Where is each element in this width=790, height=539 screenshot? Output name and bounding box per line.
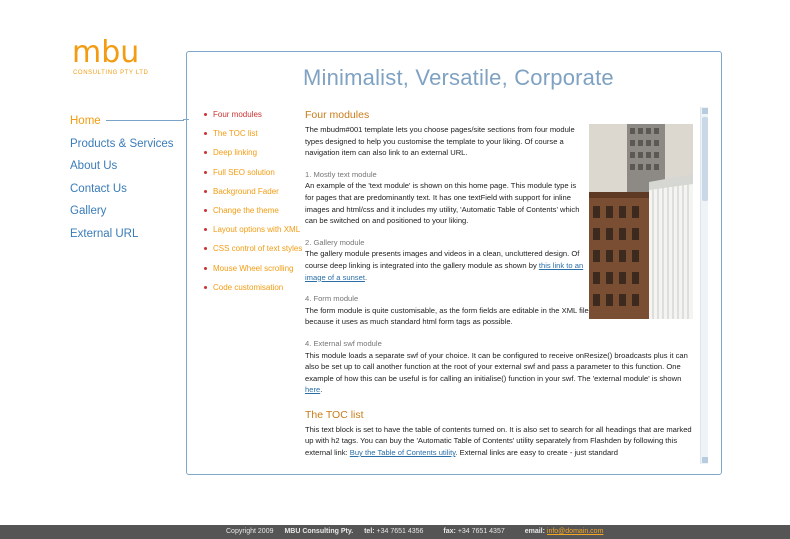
toc-item-deep-linking[interactable]: Deep linking	[203, 148, 299, 167]
panel-connector	[183, 119, 189, 120]
bullet-icon	[204, 285, 207, 289]
toc-item-css-control[interactable]: CSS control of text styles	[203, 244, 303, 263]
toc-item-label: Mouse Wheel scrolling	[213, 263, 294, 273]
bullet-icon	[204, 151, 207, 155]
bullet-icon	[204, 228, 207, 232]
bullet-icon	[204, 189, 207, 193]
table-of-contents: Four modules The TOC list Deep linking F…	[203, 110, 303, 302]
nav-active-line	[106, 120, 184, 121]
logo[interactable]: mbu CONSULTING PTY LTD	[72, 38, 162, 84]
bullet-icon	[204, 113, 207, 116]
toc-item-label: Deep linking	[213, 148, 258, 158]
nav-item-about-us[interactable]: About Us	[70, 159, 190, 182]
footer-tel: +34 7651 4356	[376, 528, 424, 535]
toc-item-toc-list[interactable]: The TOC list	[203, 129, 299, 148]
toc-item-label: Four modules	[213, 110, 262, 119]
module-5-title: 4. External swf module	[305, 338, 382, 348]
toc-item-label: Change the theme	[213, 205, 279, 215]
footer-fax-label: fax:	[443, 528, 456, 535]
heading-four-modules: Four modules	[305, 109, 370, 121]
module-5-text: This module loads a separate swf of your…	[305, 350, 693, 396]
nav-item-label: Products & Services	[70, 137, 174, 150]
module-2-end: .	[364, 272, 368, 282]
toc-item-label: The TOC list	[213, 129, 258, 139]
toc-item-four-modules[interactable]: Four modules	[203, 110, 299, 129]
content-scrollbar[interactable]	[700, 107, 708, 464]
scroll-up-arrow-icon[interactable]	[702, 108, 708, 114]
footer-company: MBU Consulting Pty.	[284, 528, 354, 535]
toc-end: . External links are easy to create - ju…	[455, 448, 618, 458]
buy-toc-link[interactable]: Buy the Table of Contents utility	[350, 448, 456, 457]
footer-copyright: Copyright 2009	[226, 528, 274, 535]
bullet-icon	[204, 132, 207, 136]
module-2-text: The gallery module presents images and v…	[305, 248, 585, 283]
toc-item-code-customisation[interactable]: Code customisation	[203, 283, 299, 302]
main-nav: Home Products & Services About Us Contac…	[70, 114, 190, 250]
heading-toc-list: The TOC list	[305, 408, 364, 421]
bullet-icon	[204, 208, 207, 212]
nav-item-products-services[interactable]: Products & Services	[70, 137, 190, 160]
toc-item-seo[interactable]: Full SEO solution	[203, 168, 299, 187]
toc-item-background-fader[interactable]: Background Fader	[203, 187, 299, 206]
logo-subtitle: CONSULTING PTY LTD	[73, 70, 149, 76]
module-5-body: This module loads a separate swf of your…	[305, 350, 688, 383]
scroll-down-arrow-icon[interactable]	[702, 457, 708, 463]
nav-item-label: Contact Us	[70, 182, 127, 195]
footer: Copyright 2009 MBU Consulting Pty. tel: …	[0, 525, 790, 539]
footer-tel-label: tel:	[364, 528, 375, 535]
footer-email-label: email:	[524, 528, 545, 535]
page-title: Minimalist, Versatile, Corporate	[303, 65, 614, 90]
bullet-icon	[204, 247, 207, 251]
footer-text: Copyright 2009 MBU Consulting Pty. tel: …	[226, 525, 621, 539]
nav-item-label: External URL	[70, 227, 139, 240]
footer-fax: +34 7651 4357	[457, 528, 505, 535]
nav-item-label: Home	[70, 115, 101, 127]
toc-item-label: Layout options with XML	[213, 225, 301, 235]
footer-email-link[interactable]: info@domain.com	[547, 528, 604, 535]
toc-item-label: Background Fader	[213, 186, 279, 196]
nav-item-home[interactable]: Home	[70, 114, 190, 137]
nav-item-contact-us[interactable]: Contact Us	[70, 182, 190, 205]
toc-item-label: CSS control of text styles	[213, 244, 303, 254]
nav-item-label: Gallery	[70, 205, 107, 218]
nav-item-external-url[interactable]: External URL	[70, 227, 190, 250]
intro-paragraph: The mbudm#001 template lets you choose p…	[305, 125, 575, 158]
toc-item-label: Full SEO solution	[213, 167, 275, 177]
toc-paragraph: This text block is set to have the table…	[305, 424, 693, 459]
toc-item-change-theme[interactable]: Change the theme	[203, 206, 299, 225]
module-1-text: An example of the 'text module' is shown…	[305, 181, 580, 226]
nav-item-gallery[interactable]: Gallery	[70, 204, 190, 227]
module-5-end: .	[320, 385, 323, 395]
bullet-icon	[204, 170, 207, 174]
scroll-thumb[interactable]	[702, 117, 708, 201]
bullet-icon	[204, 266, 207, 270]
toc-item-label: Code customisation	[213, 282, 284, 292]
toc-item-layout-options[interactable]: Layout options with XML	[203, 225, 301, 244]
nav-item-label: About Us	[70, 160, 118, 173]
external-module-link[interactable]: here	[305, 385, 320, 394]
logo-mark: mbu	[72, 35, 140, 70]
building-photo-graphic	[589, 124, 693, 319]
building-photo	[589, 124, 693, 319]
toc-item-mouse-wheel[interactable]: Mouse Wheel scrolling	[203, 264, 299, 283]
